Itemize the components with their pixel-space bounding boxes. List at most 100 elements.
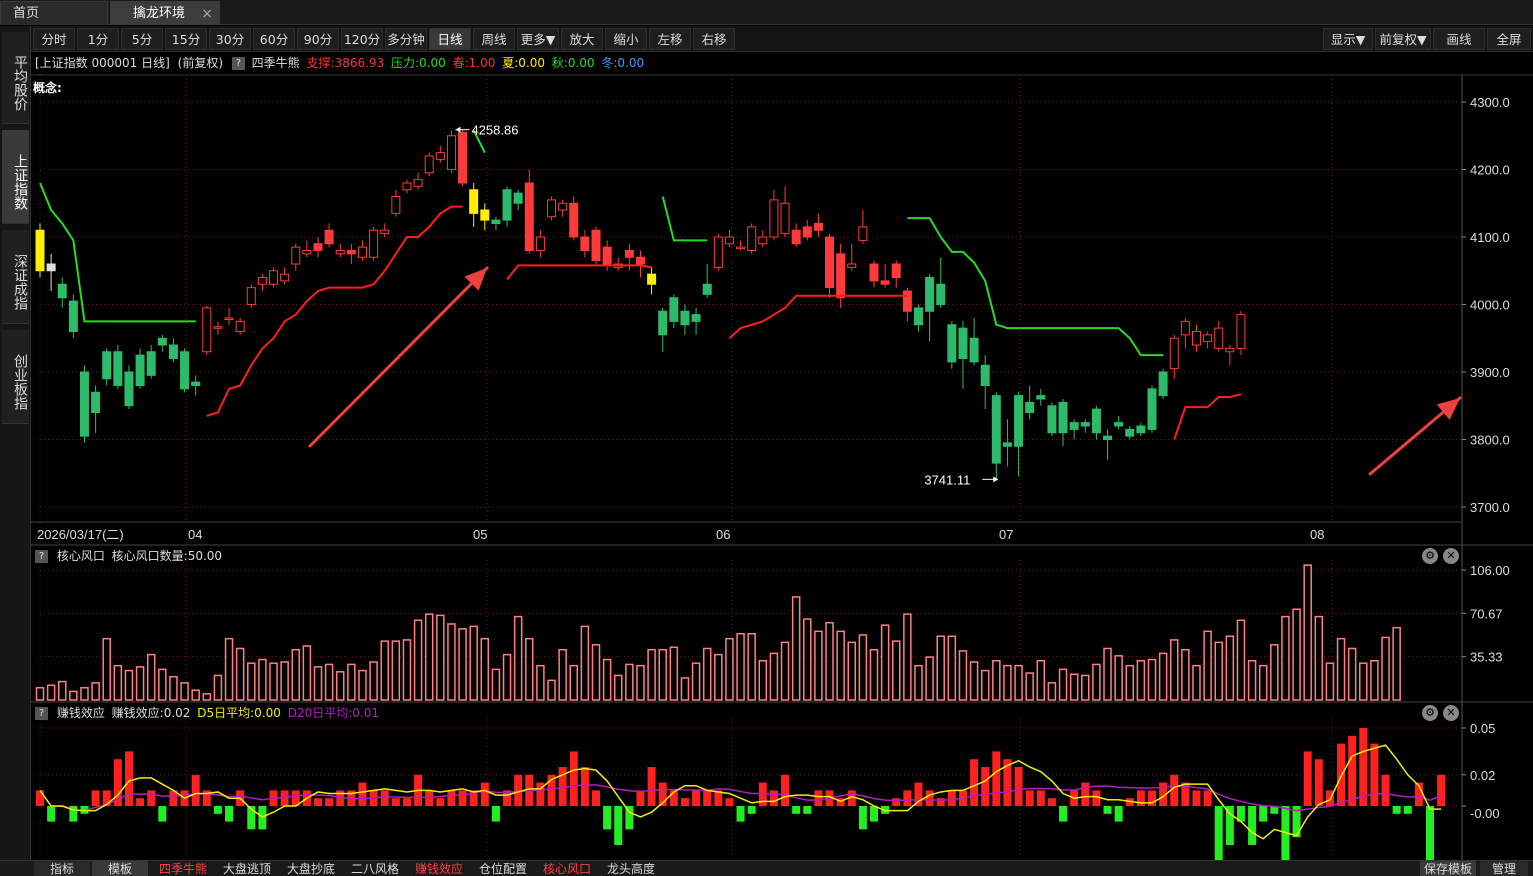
core-wind-bar: [1214, 641, 1223, 701]
core-wind-bar: [903, 613, 912, 701]
money-effect-bar: [925, 790, 934, 806]
indicator-item[interactable]: 四季牛熊: [154, 861, 212, 876]
candle-body: [246, 287, 256, 305]
tab-label: 二八风格: [350, 862, 399, 876]
core-wind-bar: [413, 619, 423, 701]
money-effect-bar: [569, 751, 578, 806]
candle-body: [402, 182, 412, 191]
indicator-tab[interactable]: 指标: [34, 861, 90, 876]
manage-button[interactable]: 管理: [1480, 861, 1528, 876]
support-line: [728, 294, 908, 339]
indicator-item[interactable]: 核心风口: [538, 861, 596, 876]
indicator-item[interactable]: 龙头高度: [602, 861, 660, 876]
money-effect-bars: [36, 728, 1446, 860]
indicator-item[interactable]: 大盘抄底: [282, 861, 340, 876]
money-effect-bar: [1059, 806, 1068, 822]
candle-body: [291, 246, 301, 265]
candle-body: [180, 351, 190, 390]
core-wind-bar: [1147, 658, 1157, 701]
core-wind-bar: [124, 669, 134, 701]
core-wind-bar: [613, 674, 623, 701]
candle-body: [869, 263, 879, 282]
template-tab[interactable]: 模板: [92, 861, 148, 876]
core-wind-bar: [146, 653, 156, 701]
candle-body: [458, 131, 468, 184]
money-effect-bar: [1036, 790, 1045, 806]
gear-icon[interactable]: ⚙: [1422, 705, 1438, 721]
core-wind-bar: [547, 679, 556, 701]
money-effect-bar: [380, 790, 389, 806]
core-wind-bar: [702, 647, 712, 701]
close-icon[interactable]: ✕: [1443, 705, 1459, 721]
indicator-item[interactable]: 仓位配置: [474, 861, 532, 876]
candle-body: [46, 263, 56, 272]
candle-body: [269, 270, 279, 285]
core-wind-bar: [1381, 636, 1390, 701]
core-wind-bar: [869, 648, 879, 701]
core-wind-bar: [369, 661, 378, 701]
indicator-bar: 指标 模板 四季牛熊 大盘逃顶 大盘抄底 二八风格 赚钱效应 仓位配置 核心风口…: [0, 860, 1533, 876]
core-wind-bar: [969, 661, 979, 701]
core-wind-bar: [1303, 564, 1312, 701]
money-effect-bar: [1370, 743, 1379, 806]
core-wind-bar: [736, 633, 745, 701]
candle-body: [124, 371, 134, 407]
save-template-button[interactable]: 保存模板: [1420, 861, 1476, 876]
core-wind-bar: [235, 647, 245, 701]
candle-body: [191, 381, 201, 386]
core-wind-bar: [847, 641, 857, 701]
core-wind-bar: [247, 662, 256, 701]
candle-body: [1014, 395, 1024, 447]
panel-value: 核心风口数量:50.00: [111, 549, 223, 563]
core-wind-bar: [758, 660, 768, 701]
money-effect-bar: [447, 790, 456, 806]
core-wind-bar: [1247, 660, 1257, 701]
candle-body: [547, 199, 557, 218]
gear-icon[interactable]: ⚙: [1422, 548, 1438, 564]
core-wind-bar: [1281, 615, 1290, 701]
money-effect-bar: [970, 759, 979, 806]
close-icon[interactable]: ✕: [1443, 548, 1459, 564]
core-wind-bar: [269, 662, 278, 701]
candle-body: [836, 253, 846, 299]
candle-body: [502, 189, 512, 221]
indicator-item[interactable]: 赚钱效应: [410, 861, 468, 876]
core-wind-bar: [169, 675, 178, 701]
money-effect-bar: [603, 806, 612, 830]
core-wind-bar: [925, 656, 934, 701]
core-wind-bar: [324, 663, 334, 701]
candle-body: [913, 307, 923, 326]
core-wind-bar: [980, 669, 990, 701]
core-wind-bar: [224, 637, 234, 701]
candle-body: [569, 202, 579, 238]
candle-body: [168, 344, 178, 359]
candle-body: [1214, 327, 1224, 349]
indicator-item[interactable]: 大盘逃顶: [218, 861, 276, 876]
x-tick-label: 07: [999, 527, 1013, 542]
candle-body: [624, 250, 634, 258]
candle-body: [647, 273, 657, 285]
pressure-line: [907, 217, 1164, 357]
money-effect-bar: [647, 767, 656, 806]
money-effect-bar: [636, 790, 645, 806]
panel-title: 赚钱效应: [56, 706, 105, 720]
support-line: [1173, 393, 1242, 440]
core-wind-bar: [313, 666, 323, 701]
candle-body: [491, 219, 501, 224]
core-wind-bar: [447, 623, 456, 701]
candle-body: [1114, 422, 1124, 427]
core-wind-bar: [135, 666, 145, 701]
vol-tick-label: 35.33: [1470, 650, 1503, 665]
button-label: 保存模板: [1423, 862, 1472, 876]
candle-body: [469, 189, 479, 214]
candle-body: [391, 196, 401, 214]
candle-body: [324, 229, 334, 245]
help-icon[interactable]: ?: [35, 550, 48, 563]
core-wind-bar: [291, 648, 301, 701]
indicator-item[interactable]: 二八风格: [346, 861, 404, 876]
chart-canvas[interactable]: 4258.86 3741.11 4300.0 4200.0 4100.0 4000.0 3…: [0, 0, 1533, 860]
money-effect-bar: [680, 798, 689, 806]
help-icon[interactable]: ?: [35, 707, 48, 720]
core-wind-bar: [669, 646, 679, 701]
core-wind-bar: [1003, 664, 1012, 701]
